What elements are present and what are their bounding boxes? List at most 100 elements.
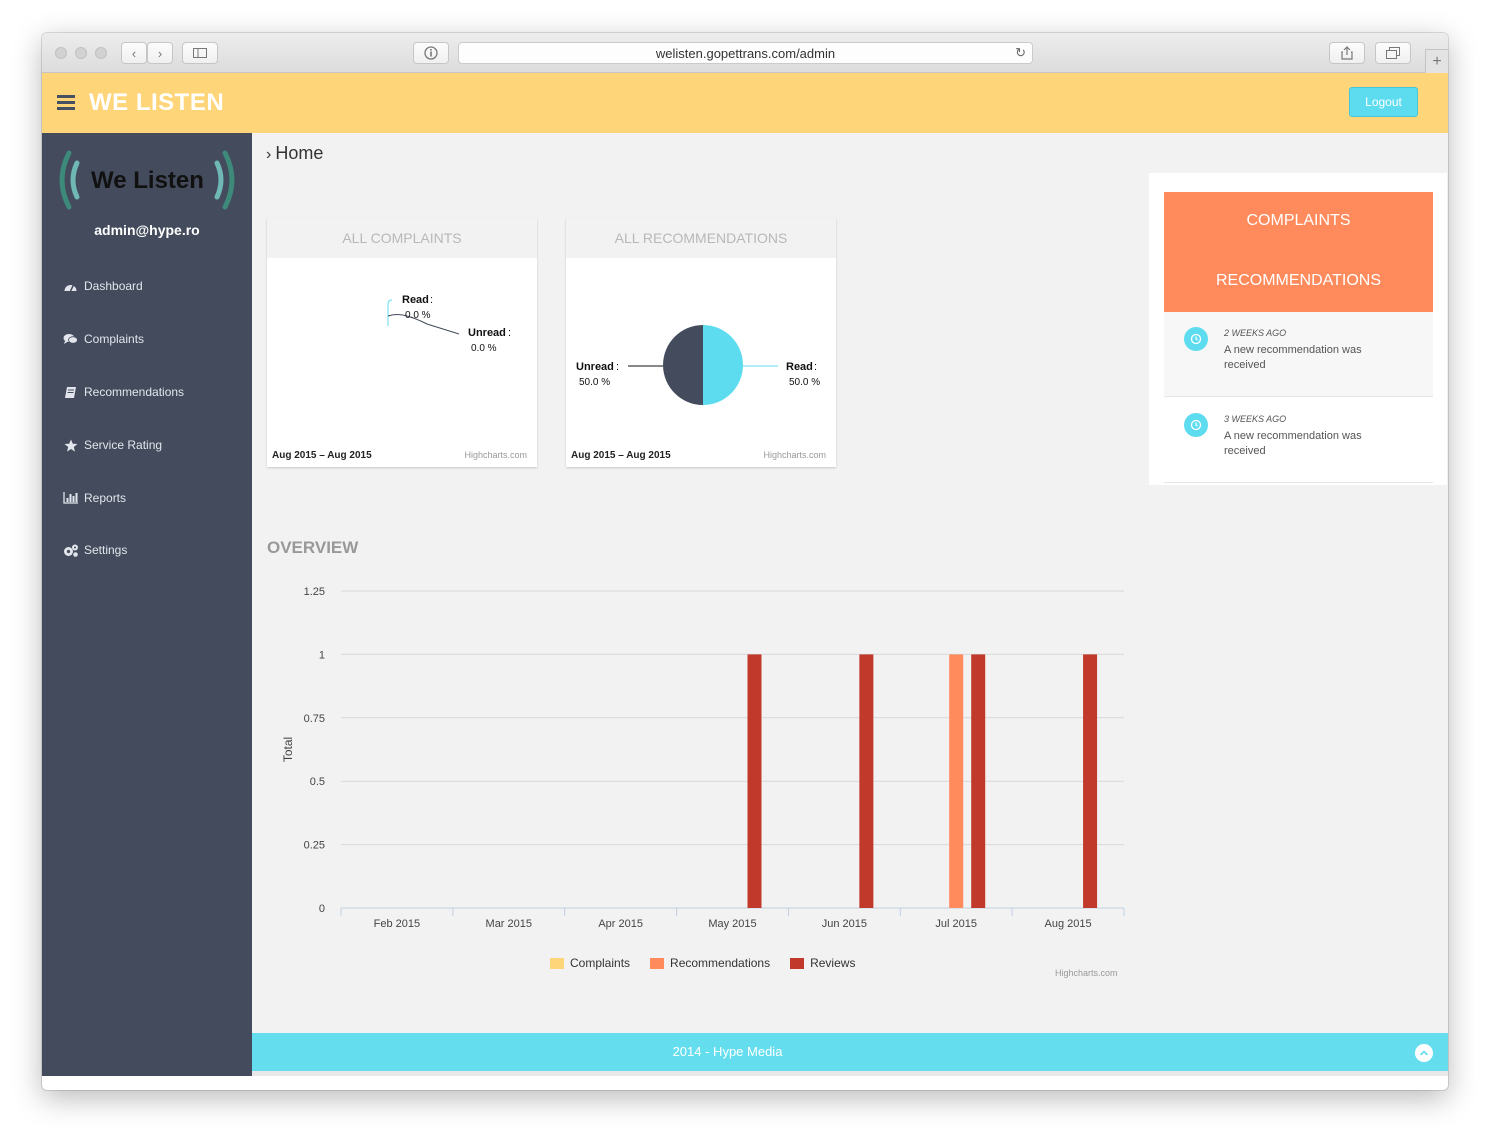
activity-tab-complaints[interactable]: COMPLAINTS	[1164, 212, 1433, 230]
sidebar-item-settings[interactable]: Settings	[62, 540, 127, 560]
gears-icon	[62, 543, 79, 557]
activity-time: 2 WEEKS AGO	[1224, 328, 1287, 338]
user-email: admin@hype.ro	[94, 222, 200, 238]
tabs-overview-button[interactable]	[1375, 42, 1411, 64]
book-icon	[62, 385, 79, 399]
sidebar-item-service-rating[interactable]: Service Rating	[62, 435, 162, 455]
pie-value-unread: 0.0 %	[471, 343, 497, 354]
pie-slice-unread[interactable]	[663, 325, 703, 405]
logo: We Listen	[57, 149, 237, 211]
legend-item-recommendations[interactable]: Recommendations	[650, 956, 770, 970]
activity-header: COMPLAINTS RECOMMENDATIONS	[1164, 192, 1433, 312]
date-range: Aug 2015 – Aug 2015	[571, 450, 671, 461]
legend-label: Complaints	[570, 956, 631, 970]
legend-item-reviews[interactable]: Reviews	[790, 956, 855, 970]
legend-swatch	[550, 957, 564, 969]
chevron-up-icon	[1419, 1050, 1429, 1056]
bar-reviews-may-2015[interactable]	[747, 654, 762, 908]
breadcrumb: › Home	[266, 143, 323, 164]
sidebar-item-complaints[interactable]: Complaints	[62, 329, 144, 349]
pie-label-colon: :	[508, 327, 511, 339]
legend-label: Reviews	[810, 956, 856, 970]
activity-tab-recommendations[interactable]: RECOMMENDATIONS	[1164, 272, 1433, 290]
privacy-button[interactable]	[413, 42, 449, 64]
x-tick-label: Jun 2015	[822, 918, 867, 930]
sidebar-item-reports[interactable]: Reports	[62, 488, 126, 508]
date-range: Aug 2015 – Aug 2015	[272, 450, 372, 461]
menu-toggle-icon[interactable]	[57, 95, 75, 113]
pie-label-unread: Unread	[576, 361, 614, 373]
pie-label-colon: :	[430, 294, 433, 306]
sidebar: We Listen admin@hype.ro Dashboard Compla…	[42, 133, 252, 1076]
sidebar-item-label: Complaints	[84, 332, 145, 346]
x-tick-label: Jul 2015	[935, 918, 977, 930]
pie-label-unread: Unread	[468, 327, 506, 339]
y-axis-label: Total	[281, 737, 295, 762]
sidebar-item-recommendations[interactable]: Recommendations	[62, 382, 184, 402]
y-tick-label: 1	[319, 649, 325, 661]
pie-value-read: 0.0 %	[405, 310, 431, 321]
activity-text: A new recommendation was received	[1224, 344, 1362, 371]
activity-item[interactable]: 3 WEEKS AGO A new recommendation was rec…	[1164, 398, 1433, 483]
sidebar-item-label: Dashboard	[84, 279, 143, 293]
breadcrumb-current[interactable]: Home	[275, 143, 323, 163]
pie-slice-read[interactable]	[703, 325, 743, 405]
complaints-pie-card: ALL COMPLAINTS Read : 0.0 % Unread : 0.0…	[267, 218, 537, 467]
x-tick-label: Mar 2015	[486, 918, 532, 930]
recommendations-pie-card: ALL RECOMMENDATIONS Unread : 50.0 % Read…	[566, 218, 836, 467]
scroll-to-top-button[interactable]	[1415, 1044, 1433, 1062]
forward-button[interactable]: ›	[147, 42, 173, 64]
sidebar-icon	[193, 48, 207, 58]
y-tick-label: 0	[319, 903, 325, 915]
info-icon	[424, 46, 438, 60]
sidebar-item-dashboard[interactable]: Dashboard	[62, 276, 143, 296]
pie-label-colon: :	[616, 361, 619, 373]
recommendations-pie-chart: Unread : 50.0 % Read : 50.0 %	[576, 325, 820, 405]
x-tick-label: Apr 2015	[598, 918, 643, 930]
sidebar-toggle-button[interactable]	[182, 42, 218, 64]
url-text: welisten.gopettrans.com/admin	[655, 45, 836, 61]
highcharts-credit[interactable]: Highcharts.com	[464, 450, 527, 460]
bar-reviews-aug-2015[interactable]	[1083, 654, 1098, 908]
main-content: › Home ALL COMPLAINTS Read : 0.0 % Unread…	[252, 133, 1448, 1076]
overview-title: OVERVIEW	[267, 538, 359, 557]
overview-chart: 0 0.25 0.5 0.75 1 1.25 Feb 2015 Mar 2015 Apr 201…	[267, 573, 1147, 993]
pie-value-unread: 50.0 %	[579, 377, 610, 388]
bar-recommendations-jul-2015[interactable]	[949, 654, 964, 908]
chevron-right-icon: ›	[157, 45, 163, 61]
x-tick-label: May 2015	[708, 918, 756, 930]
plus-icon: +	[1432, 52, 1442, 70]
legend-item-complaints[interactable]: Complaints	[550, 956, 630, 970]
activity-text: A new recommendation was received	[1224, 430, 1362, 457]
highcharts-credit[interactable]: Highcharts.com	[1055, 968, 1118, 978]
new-tab-button[interactable]: +	[1425, 49, 1448, 73]
chevron-right-icon: ›	[266, 146, 272, 163]
activity-panel: COMPLAINTS RECOMMENDATIONS 2 WEEKS AGO A…	[1149, 173, 1447, 485]
star-icon	[62, 438, 79, 452]
share-button[interactable]	[1329, 42, 1365, 64]
logo-text: We Listen	[91, 167, 204, 194]
address-bar[interactable]: welisten.gopettrans.com/admin ↻	[458, 42, 1033, 64]
dashboard-icon	[62, 279, 79, 293]
share-icon	[1341, 46, 1353, 60]
bar-reviews-jun-2015[interactable]	[859, 654, 874, 908]
reload-icon[interactable]: ↻	[1015, 45, 1026, 61]
browser-toolbar: ‹ › welisten.gopettrans.com/admin ↻ +	[42, 33, 1448, 73]
chart-legend: Complaints Recommendations Reviews	[550, 956, 875, 970]
highcharts-credit[interactable]: Highcharts.com	[763, 450, 826, 460]
activity-item[interactable]: 2 WEEKS AGO A new recommendation was rec…	[1164, 312, 1433, 397]
sidebar-item-label: Settings	[84, 543, 128, 557]
sidebar-item-label: Reports	[84, 491, 127, 505]
brand-title: WE LISTEN	[89, 89, 225, 116]
footer-border	[252, 1071, 1448, 1076]
close-window-button[interactable]	[55, 47, 67, 59]
legend-label: Recommendations	[670, 956, 771, 970]
legend-swatch	[650, 957, 665, 969]
minimize-window-button[interactable]	[75, 47, 87, 59]
logout-button[interactable]: Logout	[1349, 87, 1418, 117]
zoom-window-button[interactable]	[95, 47, 107, 59]
bar-reviews-jul-2015[interactable]	[971, 654, 986, 908]
card-title: ALL RECOMMENDATIONS	[566, 218, 836, 258]
y-tick-label: 0.25	[304, 840, 325, 852]
back-button[interactable]: ‹	[121, 42, 147, 64]
